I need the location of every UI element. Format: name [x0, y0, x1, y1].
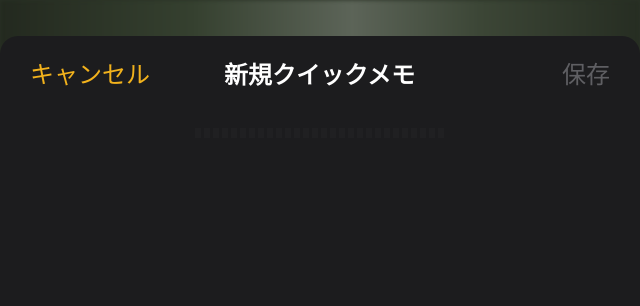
- quick-note-sheet: キャンセル 新規クイックメモ 保存: [0, 36, 640, 306]
- navigation-bar: キャンセル 新規クイックメモ 保存: [0, 36, 640, 116]
- page-title: 新規クイックメモ: [224, 61, 416, 89]
- note-text-area[interactable]: [0, 116, 640, 306]
- save-button[interactable]: 保存: [562, 58, 610, 92]
